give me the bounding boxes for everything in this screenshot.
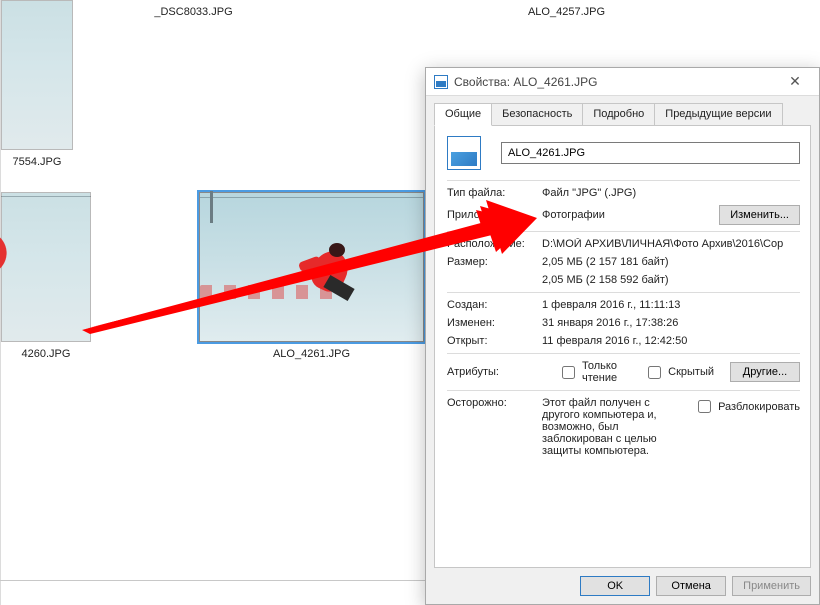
dialog-title: Свойства: ALO_4261.JPG <box>454 75 597 89</box>
value-sizeondisk: 2,05 МБ (2 158 592 байт) <box>542 274 800 286</box>
tab-security[interactable]: Безопасность <box>491 103 583 126</box>
thumb-partial-left[interactable]: 7554.JPG <box>1 0 73 168</box>
tab-general[interactable]: Общие <box>434 103 492 126</box>
thumb-item[interactable]: _DSC8033.JPG <box>81 0 306 168</box>
dialog-titlebar[interactable]: Свойства: ALO_4261.JPG ✕ <box>426 68 819 96</box>
value-location: D:\МОЙ АРХИВ\ЛИЧНАЯ\Фото Архив\2016\Cop <box>542 238 800 250</box>
thumb-label: ALO_4261.JPG <box>199 348 424 360</box>
image-file-icon <box>447 136 481 170</box>
checkbox-hidden[interactable]: Скрытый <box>644 363 714 382</box>
checkbox-label: Только чтение <box>582 360 628 384</box>
tab-panel-general: Тип файла:Файл "JPG" (.JPG) Приложение: … <box>434 125 811 568</box>
label-sizeondisk <box>447 274 542 286</box>
label-app: Приложение: <box>447 209 542 221</box>
value-created: 1 февраля 2016 г., 11:11:13 <box>542 299 800 311</box>
thumb-selected[interactable]: ALO_4261.JPG <box>199 192 424 360</box>
checkbox-label: Скрытый <box>668 366 714 378</box>
thumb-label: _DSC8033.JPG <box>81 6 306 18</box>
label-opened: Открыт: <box>447 335 542 347</box>
thumb-partial-left-2[interactable]: 4260.JPG <box>1 192 91 360</box>
checkbox-unblock[interactable]: Разблокировать <box>694 397 800 416</box>
tab-details[interactable]: Подробно <box>582 103 655 126</box>
tab-previous[interactable]: Предыдущие версии <box>654 103 782 126</box>
label-warning: Осторожно: <box>447 397 542 409</box>
thumb-label: 4260.JPG <box>1 348 91 360</box>
label-created: Создан: <box>447 299 542 311</box>
filename-field[interactable] <box>501 142 800 164</box>
cancel-button[interactable]: Отмена <box>656 576 726 596</box>
value-app: Фотографии <box>542 209 719 221</box>
properties-dialog: Свойства: ALO_4261.JPG ✕ Общие Безопасно… <box>425 67 820 605</box>
value-filetype: Файл "JPG" (.JPG) <box>542 187 800 199</box>
label-size: Размер: <box>447 256 542 268</box>
value-size: 2,05 МБ (2 157 181 байт) <box>542 256 800 268</box>
checkbox-readonly[interactable]: Только чтение <box>558 360 628 384</box>
checkbox-label: Разблокировать <box>718 401 800 413</box>
value-modified: 31 января 2016 г., 17:38:26 <box>542 317 800 329</box>
label-attributes: Атрибуты: <box>447 366 542 378</box>
thumb-label: ALO_4257.JPG <box>454 6 679 18</box>
label-filetype: Тип файла: <box>447 187 542 199</box>
close-icon[interactable]: ✕ <box>777 73 813 90</box>
value-opened: 11 февраля 2016 г., 12:42:50 <box>542 335 800 347</box>
change-app-button[interactable]: Изменить... <box>719 205 800 225</box>
value-warning: Этот файл получен с другого компьютера и… <box>542 397 694 457</box>
dialog-buttons: OK Отмена Применить <box>426 568 819 604</box>
tab-strip: Общие Безопасность Подробно Предыдущие в… <box>426 96 819 125</box>
image-file-icon <box>434 75 448 89</box>
ok-button[interactable]: OK <box>580 576 650 596</box>
label-location: Расположение: <box>447 238 542 250</box>
thumb-label: 7554.JPG <box>1 156 73 168</box>
apply-button[interactable]: Применить <box>732 576 811 596</box>
label-modified: Изменен: <box>447 317 542 329</box>
other-attrs-button[interactable]: Другие... <box>730 362 800 382</box>
